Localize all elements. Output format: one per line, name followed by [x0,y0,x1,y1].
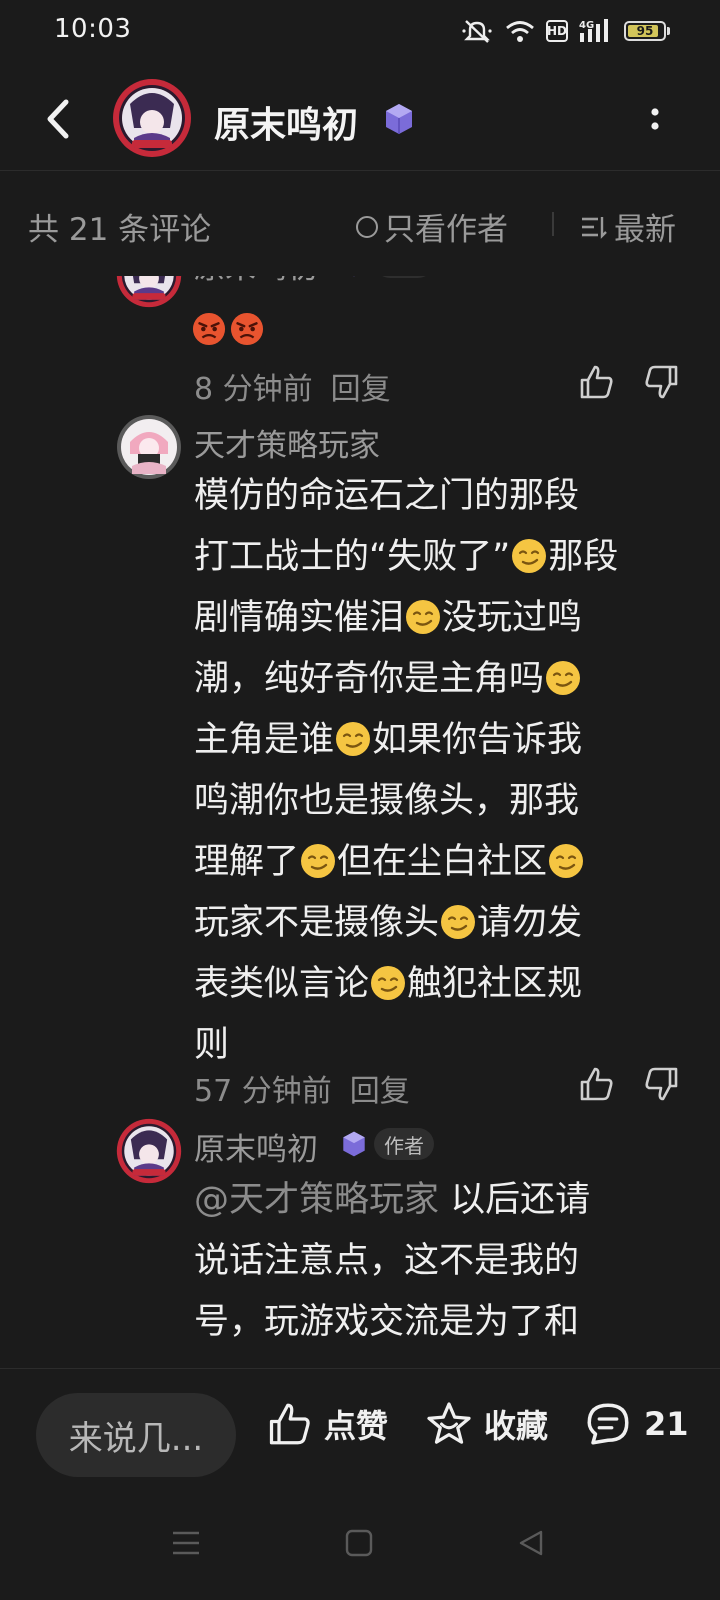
author-avatar[interactable] [112,78,192,158]
comment-bubble-icon [587,1403,629,1445]
back-triangle-icon [519,1530,543,1556]
favorite-button[interactable]: 收藏 [424,1399,548,1449]
avatar[interactable] [116,276,182,308]
author-tag: 作者 [374,1128,434,1160]
home-square-icon [345,1529,373,1557]
comment-line: @天才策略玩家 以后还请 [194,1180,591,1220]
angry-face-icon [230,312,264,346]
comment-time: 8 分钟前 [194,372,313,407]
more-vertical-icon [651,108,659,130]
comment-input[interactable]: 来说几... [36,1393,236,1477]
smirk-face-emoji-icon [371,966,406,1000]
battery-icon: 95 [624,21,670,41]
sort-label: 最新 [614,212,676,248]
avatar[interactable] [116,414,182,480]
comment-line: 模仿的命运石之门的那段 [194,476,580,516]
username[interactable]: 天才策略玩家 [194,420,380,465]
smirk-face-emoji-icon [512,539,547,573]
home-nav-button[interactable] [344,1528,374,1562]
smirk-face-emoji-icon [546,661,581,695]
reply-button[interactable]: 回复 [331,364,391,408]
star-icon [427,1402,471,1444]
comment-line: 号，玩游戏交流是为了和 [194,1302,580,1342]
thumb-down-icon [645,365,678,399]
only-author-label: 只看作者 [384,212,508,248]
comment-meta: 8 分钟前 回复 [194,364,391,408]
comment-meta: 57 分钟前 回复 [194,1066,410,1110]
wifi-icon [504,18,536,44]
system-nav-bar [0,1488,720,1600]
sort-icon [582,216,607,239]
author-tag: 作者 [374,276,434,278]
comment-line: 打工战士的“失败了” 那段 [194,537,619,577]
comment-line: 玩家不是摄像头 请勿发 [194,903,583,943]
thumb-up-icon [580,365,613,399]
smirk-face-emoji-icon [441,905,476,939]
comment-line: 主角是谁 如果你告诉我 [194,720,583,760]
comment-content [192,312,264,346]
only-author-toggle[interactable]: 只看作者 [356,204,508,249]
reply-button[interactable]: 回复 [350,1066,410,1110]
username[interactable]: 原末鸣初 [194,276,318,287]
status-bar: 10:03 HD 4G 95 [0,0,720,64]
comment-line: 表类似言论 触犯社区规 [194,964,583,1004]
battery-level: 95 [636,24,654,38]
like-button[interactable] [576,362,616,402]
sort-button[interactable]: 最新 [580,204,676,249]
comment-line: 说话注意点，这不是我的 [194,1241,580,1281]
menu-icon [173,1531,199,1555]
divider [552,212,554,236]
status-icons: HD 4G 95 [460,18,670,44]
back-nav-button[interactable] [516,1528,546,1562]
thumb-down-icon [645,1067,678,1101]
comment-count: 共 21 条评论 [28,212,212,248]
comment-filter-bar: 共 21 条评论 只看作者 最新 [0,172,720,276]
dislike-button[interactable] [642,1064,682,1104]
comment-time: 57 分钟前 [194,1074,332,1109]
comment-count-button[interactable]: 21 [582,1399,689,1449]
radio-circle-icon [356,215,378,238]
more-button[interactable] [640,98,670,142]
like-label: 点赞 [324,1407,389,1445]
mention-link[interactable]: @天才策略玩家 [194,1180,439,1220]
comment-line: 鸣潮你也是摄像头，那我 [194,781,580,821]
thumb-up-icon [269,1403,310,1445]
smirk-face-emoji-icon [549,844,584,878]
comment-item: 原末鸣初 作者 @天才策略玩家 以后还请 说话注意点，这不是我的 号，玩游戏交流… [0,1116,720,1368]
back-button[interactable] [40,94,80,144]
smirk-face-emoji-icon [406,600,441,634]
comment-line: 剧情确实催泪 没玩过鸣 [194,598,583,638]
comment-line: 潮，纯好奇你是主角吗 [194,649,684,710]
thumb-up-icon [580,1067,613,1101]
level-cube-icon [340,276,368,278]
comment-content: 模仿的命运石之门的那段 打工战士的“失败了” 那段 剧情确实催泪 没玩过鸣 潮，纯好… [194,466,684,1076]
comment-line: 理解了 但在尘白社区 [194,832,684,893]
back-arrow-icon [47,99,69,139]
avatar[interactable] [116,1118,182,1184]
smirk-face-emoji-icon [336,722,371,756]
username[interactable]: 原末鸣初 [194,1124,318,1169]
signal-icon: 4G [578,18,614,44]
angry-face-icon [192,312,226,346]
smirk-face-emoji-icon [301,844,336,878]
like-button[interactable] [576,1064,616,1104]
comment-content: @天才策略玩家 以后还请 说话注意点，这不是我的 号，玩游戏交流是为了和 [194,1170,684,1353]
mute-icon [460,18,494,44]
hd-icon: HD [546,20,568,42]
comment-list: 原末鸣初 作者 8 分钟前 回复 天才策略玩家 模仿的命运石之门的那段 打工战士… [0,276,720,1368]
header: 原末鸣初 [0,70,720,171]
level-cube-icon [340,1130,368,1158]
bottom-action-bar: 来说几... 点赞 收藏 21 [0,1368,720,1489]
level-cube-icon [382,102,416,136]
menu-nav-button[interactable] [170,1528,202,1562]
dislike-button[interactable] [642,362,682,402]
like-post-button[interactable]: 点赞 [264,1399,388,1449]
favorite-label: 收藏 [484,1407,549,1445]
comment-count-label: 21 [644,1405,689,1443]
status-time: 10:03 [54,14,132,44]
comment-item: 天才策略玩家 模仿的命运石之门的那段 打工战士的“失败了” 那段 剧情确实催泪 没玩… [0,412,720,1112]
page-title: 原末鸣初 [214,105,359,146]
